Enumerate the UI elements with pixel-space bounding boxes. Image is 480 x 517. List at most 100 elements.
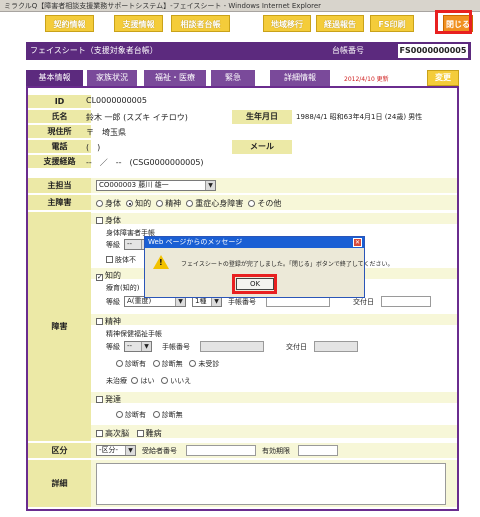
progress-report-button[interactable]: 経過報告 bbox=[316, 15, 364, 32]
intellectual-notebook-label: 療育(知的) bbox=[106, 284, 140, 292]
sheet-header: フェイスシート（支援対象者台帳） 台帳番号 FS0000000005 bbox=[26, 42, 471, 60]
route-value: -- ／ -- (CSG0000000005) bbox=[86, 158, 204, 167]
recipient-number-input[interactable] bbox=[186, 445, 256, 456]
close-highlight bbox=[435, 10, 472, 34]
tab-detail[interactable]: 詳細情報 bbox=[270, 70, 330, 86]
mental-issue-label: 交付日 bbox=[286, 343, 307, 351]
ledger-number-label: 台帳番号 bbox=[332, 46, 364, 55]
physical-body-row: 肢体不 bbox=[106, 255, 136, 265]
main-disability-label: 主障害 bbox=[28, 195, 91, 211]
name-label: 氏名 bbox=[28, 110, 91, 124]
birth-label: 生年月日 bbox=[232, 110, 292, 124]
ledger-number-value: FS0000000005 bbox=[398, 44, 468, 58]
close-icon[interactable]: ✕ bbox=[353, 238, 362, 247]
radio-mental-diag-no[interactable] bbox=[152, 360, 160, 367]
mental-grade-label: 等級 bbox=[106, 343, 120, 351]
radio-severe-label: 重症心身障害 bbox=[195, 199, 244, 208]
developmental-checkbox[interactable] bbox=[96, 396, 103, 403]
mental-check-label: 精神 bbox=[105, 317, 121, 326]
radio-other[interactable] bbox=[248, 200, 256, 207]
detail-textarea[interactable] bbox=[96, 463, 446, 505]
tab-emergency[interactable]: 緊急 bbox=[211, 70, 255, 86]
id-label: ID bbox=[28, 95, 91, 109]
address-label: 現住所 bbox=[28, 125, 91, 139]
category-label: 区分 bbox=[28, 443, 91, 459]
manager-select[interactable]: CO000003 藤川 雄一 ▼ bbox=[96, 180, 216, 191]
higher-brain-checkbox[interactable] bbox=[96, 430, 103, 437]
chevron-down-icon: ▼ bbox=[141, 342, 151, 351]
mental-issue-input[interactable] bbox=[314, 341, 358, 352]
physical-check-label: 身体 bbox=[105, 216, 121, 225]
top-nav: 契約情報 支援情報 相談者台帳 地域移行 経過報告 FS印刷 閉じる bbox=[0, 12, 480, 38]
body-checkbox[interactable] bbox=[106, 256, 113, 263]
support-button[interactable]: 支援情報 bbox=[114, 15, 163, 32]
untreated-label: 未治療 bbox=[106, 377, 127, 385]
chevron-down-icon: ▼ bbox=[125, 446, 135, 455]
developmental-check-label: 発達 bbox=[105, 395, 121, 404]
mental-untreated-row: 未治療 はい いいえ bbox=[106, 376, 191, 386]
name-value: 鈴木 一郎 (スズキ イチロウ) bbox=[86, 113, 188, 122]
radio-mental-unexamined[interactable] bbox=[189, 360, 197, 367]
dialog-message: フェイスシートの登録が完了しました。「閉じる」ボタンで終了してください。 bbox=[181, 261, 394, 268]
radio-other-label: その他 bbox=[257, 199, 282, 208]
tab-basic[interactable]: 基本情報 bbox=[26, 70, 83, 86]
fs-print-button[interactable]: FS印刷 bbox=[370, 15, 414, 32]
contract-button[interactable]: 契約情報 bbox=[45, 15, 94, 32]
radio-dev-diag-yes[interactable] bbox=[116, 411, 123, 418]
mail-label: メール bbox=[232, 140, 292, 154]
change-button[interactable]: 変更 bbox=[427, 70, 459, 86]
recipient-number-label: 受給者番号 bbox=[142, 447, 177, 455]
mental-check-row: 精神 bbox=[96, 316, 121, 327]
chevron-down-icon: ▼ bbox=[205, 181, 215, 190]
radio-intellectual[interactable] bbox=[126, 200, 134, 207]
regional-transition-button[interactable]: 地域移行 bbox=[263, 15, 311, 32]
physical-checkbox[interactable] bbox=[96, 217, 103, 224]
other-check-row: 高次脳 難病 bbox=[96, 428, 162, 439]
mental-grade-value: -- bbox=[127, 342, 133, 350]
chevron-down-icon: ▼ bbox=[211, 297, 221, 306]
expiry-input[interactable] bbox=[298, 445, 338, 456]
intellectual-issue-label: 交付日 bbox=[353, 298, 374, 306]
physical-grade-value: -- bbox=[127, 240, 133, 248]
radio-mental-diag-yes[interactable] bbox=[116, 360, 123, 367]
chevron-down-icon: ▼ bbox=[175, 297, 185, 306]
radio-physical[interactable] bbox=[96, 200, 103, 207]
address-value: 〒 埼玉県 bbox=[86, 128, 126, 137]
warning-mark-icon: ! bbox=[159, 258, 163, 267]
physical-check-row: 身体 bbox=[96, 215, 121, 226]
sheet-title: フェイスシート（支援対象者台帳） bbox=[30, 46, 158, 55]
physical-grade-label: 等級 bbox=[106, 241, 120, 249]
ok-highlight bbox=[232, 274, 277, 294]
radio-untreated-no[interactable] bbox=[161, 377, 169, 384]
category-select[interactable]: -区分- ▼ bbox=[96, 445, 136, 456]
radio-untreated-yes[interactable] bbox=[131, 377, 139, 384]
mental-diag-no-label: 診断無 bbox=[161, 360, 183, 368]
mental-number-input[interactable] bbox=[200, 341, 264, 352]
body-check-label: 肢体不 bbox=[115, 256, 136, 264]
manager-select-value: CO000003 藤川 雄一 bbox=[99, 181, 169, 189]
radio-dev-diag-no[interactable] bbox=[152, 411, 160, 418]
developmental-diagnosis-options: 診断有 診断無 bbox=[116, 410, 183, 420]
intellectual-check-label: 知的 bbox=[105, 271, 121, 280]
consultant-ledger-button[interactable]: 相談者台帳 bbox=[171, 15, 230, 32]
intellectual-number-label: 手帳番号 bbox=[228, 298, 256, 306]
intellectual-checkbox[interactable]: ✓ bbox=[96, 274, 103, 281]
tab-family[interactable]: 家族状況 bbox=[87, 70, 137, 86]
tab-welfare[interactable]: 福祉・医療 bbox=[144, 70, 206, 86]
radio-mental[interactable] bbox=[156, 200, 164, 207]
mental-grade-select[interactable]: -- ▼ bbox=[124, 341, 152, 352]
mental-diag-yes-label: 診断有 bbox=[125, 360, 146, 368]
updated-date: 2012/4/10 更新 bbox=[344, 76, 389, 83]
radio-severe[interactable] bbox=[186, 200, 194, 207]
mental-number-label: 手帳番号 bbox=[162, 343, 190, 351]
intractable-checkbox[interactable] bbox=[136, 430, 144, 437]
radio-mental-label: 精神 bbox=[165, 199, 182, 208]
dialog-title-bar: Web ページからのメッセージ ✕ bbox=[145, 237, 364, 248]
higher-brain-label: 高次脳 bbox=[105, 429, 129, 438]
untreated-no-label: いいえ bbox=[170, 377, 192, 385]
id-value: CL0000000005 bbox=[86, 96, 147, 105]
mental-checkbox[interactable] bbox=[96, 318, 103, 325]
main-disability-options: 身体 知的 精神 重症心身障害 その他 bbox=[96, 198, 281, 209]
phone-value: ( ) bbox=[86, 143, 101, 152]
intellectual-issue-input[interactable] bbox=[381, 296, 431, 307]
